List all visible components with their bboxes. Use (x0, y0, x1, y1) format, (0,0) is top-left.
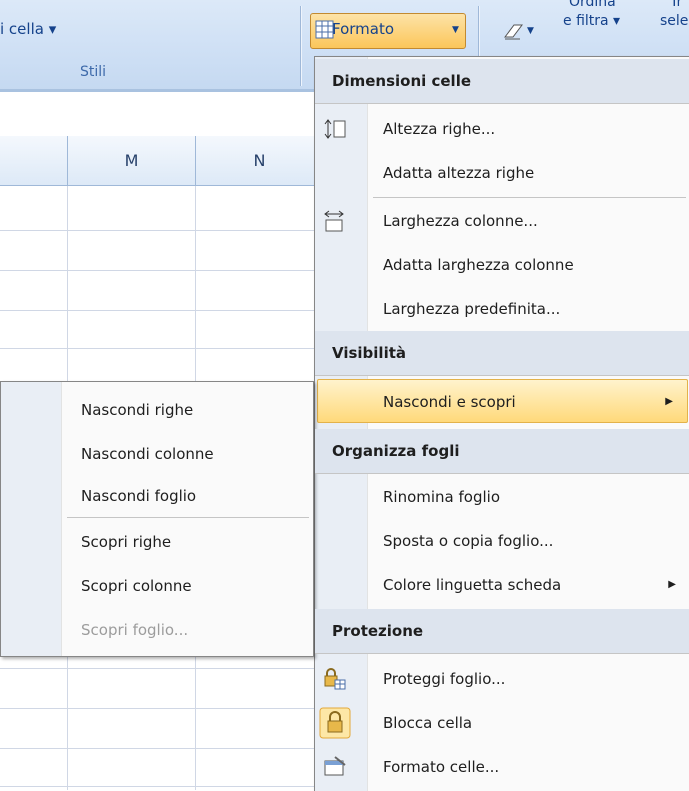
find-select-line2: sele (660, 13, 689, 29)
menu-item-formato-celle[interactable]: Formato celle... (315, 745, 689, 789)
chevron-down-icon: ▼ (452, 25, 459, 35)
blocca-label: Blocca cella (383, 714, 473, 732)
row-height-icon (324, 119, 346, 139)
section-header-organizza: Organizza fogli (315, 429, 689, 474)
menu-item-adatta-altezza[interactable]: Adatta altezza righe (315, 151, 689, 195)
sposta-label: Sposta o copia foglio... (383, 532, 554, 550)
colore-label: Colore linguetta scheda (383, 576, 562, 594)
menu-item-larghezza-predefinita[interactable]: Larghezza predefinita... (315, 287, 689, 331)
menu-item-rinomina[interactable]: Rinomina foglio (315, 475, 689, 519)
nascondi-colonne-label: Nascondi colonne (81, 445, 214, 463)
nascondi-foglio-label: Nascondi foglio (81, 487, 197, 505)
formato-label: Formato (332, 20, 395, 38)
menu-item-adatta-larghezza[interactable]: Adatta larghezza colonne (315, 243, 689, 287)
menu-item-colore[interactable]: Colore linguetta scheda ▶ (315, 563, 689, 607)
scopri-colonne-label: Scopri colonne (81, 577, 192, 595)
sort-filter-line2: e filtra ▾ (563, 13, 621, 29)
section-header-visibilita: Visibilità (315, 331, 689, 376)
section-header-protezione: Protezione (315, 609, 689, 654)
menu-item-scopri-foglio: Scopri foglio... (1, 608, 313, 652)
format-cells-dialog-icon (324, 756, 346, 776)
protect-sheet-icon (324, 668, 346, 690)
sort-filter-line1: Ordina (569, 0, 616, 10)
nascondi-scopri-label: Nascondi e scopri (383, 393, 516, 411)
column-header-m[interactable]: M (68, 136, 196, 186)
submenu-arrow-icon: ▶ (665, 396, 673, 407)
clear-icon[interactable]: ▼ (502, 20, 540, 42)
grid-line (0, 310, 320, 311)
altezza-righe-label: Altezza righe... (383, 120, 496, 138)
menu-item-proteggi[interactable]: Proteggi foglio... (315, 657, 689, 701)
grid-line (0, 668, 320, 669)
column-width-icon (324, 210, 344, 232)
menu-item-blocca[interactable]: Blocca cella (315, 701, 689, 745)
nascondi-scopri-submenu: Nascondi righe Nascondi colonne Nascondi… (0, 381, 314, 657)
menu-divider (67, 517, 309, 518)
adatta-altezza-label: Adatta altezza righe (383, 164, 535, 182)
find-select-line1: Tr (670, 0, 683, 10)
rinomina-label: Rinomina foglio (383, 488, 501, 506)
formato-menu: Dimensioni celle Altezza righe... Adatta… (314, 56, 689, 791)
formato-celle-label: Formato celle... (383, 758, 500, 776)
menu-item-scopri-colonne[interactable]: Scopri colonne (1, 564, 313, 608)
proteggi-label: Proteggi foglio... (383, 670, 506, 688)
menu-item-larghezza-colonne[interactable]: Larghezza colonne... (315, 199, 689, 243)
adatta-larghezza-label: Adatta larghezza colonne (383, 256, 574, 274)
menu-item-nascondi-colonne[interactable]: Nascondi colonne (1, 432, 313, 476)
larghezza-colonne-label: Larghezza colonne... (383, 212, 538, 230)
section-header-dimensioni: Dimensioni celle (315, 59, 689, 104)
submenu-arrow-icon: ▶ (668, 579, 676, 590)
group-separator (300, 6, 301, 86)
larghezza-predefinita-label: Larghezza predefinita... (383, 300, 561, 318)
column-header-n[interactable]: N (196, 136, 324, 186)
nascondi-righe-label: Nascondi righe (81, 401, 194, 419)
grid-line (0, 708, 320, 709)
svg-text:▼: ▼ (527, 26, 534, 36)
grid-line (0, 786, 320, 787)
lock-icon (319, 707, 351, 739)
menu-item-sposta[interactable]: Sposta o copia foglio... (315, 519, 689, 563)
styles-group-label: Stili (80, 64, 107, 80)
grid-line (0, 348, 320, 349)
menu-item-scopri-righe[interactable]: Scopri righe (1, 520, 313, 564)
menu-item-nascondi-righe[interactable]: Nascondi righe (1, 388, 313, 432)
grid-line (0, 230, 320, 231)
menu-item-nascondi-foglio[interactable]: Nascondi foglio (1, 474, 313, 518)
grid-line (0, 270, 320, 271)
scopri-righe-label: Scopri righe (81, 533, 172, 551)
menu-item-nascondi-scopri[interactable]: Nascondi e scopri ▶ (317, 379, 688, 423)
grid-line (0, 748, 320, 749)
scopri-foglio-label: Scopri foglio... (81, 621, 189, 639)
menu-item-altezza-righe[interactable]: Altezza righe... (315, 107, 689, 151)
menu-divider (373, 197, 686, 198)
cell-styles-button[interactable]: i cella ▾ (0, 20, 56, 38)
column-header[interactable] (0, 136, 68, 186)
